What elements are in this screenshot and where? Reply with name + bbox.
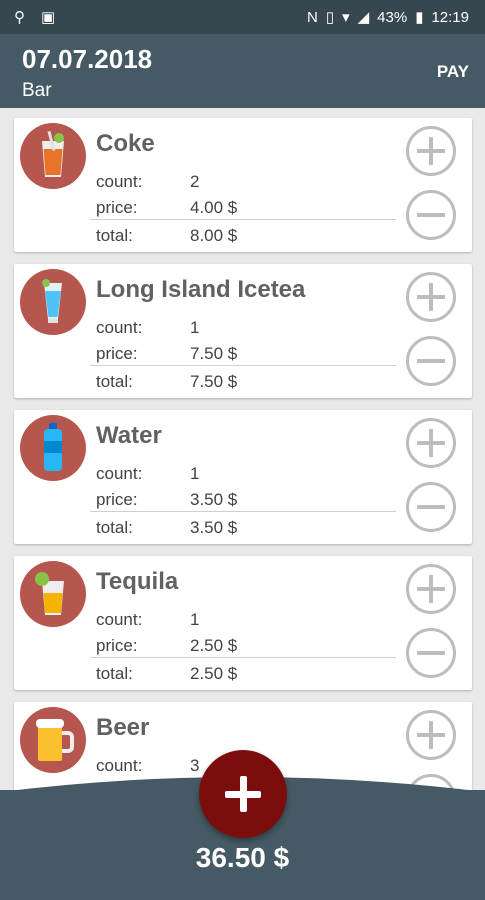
vibrate-icon: ▯ bbox=[325, 9, 335, 26]
decrease-button[interactable] bbox=[406, 336, 456, 386]
item-name: Water bbox=[96, 422, 162, 449]
total-value: 7.50 $ bbox=[190, 372, 238, 391]
increase-button[interactable] bbox=[406, 564, 456, 614]
divider bbox=[90, 365, 396, 366]
list-item: Tequila count: 1 price: 2.50 $ total: 2.50 … bbox=[14, 556, 472, 690]
price-value: 3.50 $ bbox=[190, 490, 238, 509]
divider bbox=[90, 657, 396, 658]
clock: 12:19 bbox=[431, 8, 469, 26]
decrease-button[interactable] bbox=[406, 482, 456, 532]
count-label: count: bbox=[96, 610, 143, 629]
android-icon: ▣ bbox=[41, 9, 56, 26]
item-name: Beer bbox=[96, 714, 150, 741]
decrease-button[interactable] bbox=[406, 190, 456, 240]
cocktail-icon bbox=[20, 269, 86, 335]
pay-button[interactable]: PAY bbox=[437, 62, 469, 82]
item-name: Long Island Icetea bbox=[96, 276, 306, 303]
location-subtitle: Bar bbox=[22, 80, 52, 101]
tequila-shot-icon bbox=[20, 561, 86, 627]
price-label: price: bbox=[96, 198, 138, 217]
total-value: 2.50 $ bbox=[190, 664, 238, 683]
app-bar: 07.07.2018 Bar PAY bbox=[0, 34, 485, 108]
divider bbox=[90, 511, 396, 512]
count-label: count: bbox=[96, 318, 143, 337]
signal-icon: ◢ bbox=[357, 9, 370, 26]
list-item: Water count: 1 price: 3.50 $ total: 3.50 $ bbox=[14, 410, 472, 544]
total-value: 3.50 $ bbox=[190, 518, 238, 537]
grand-total: 36.50 $ bbox=[195, 842, 290, 873]
price-value: 7.50 $ bbox=[190, 344, 238, 363]
beer-mug-icon bbox=[20, 707, 86, 773]
increase-button[interactable] bbox=[406, 710, 456, 760]
total-value: 8.00 $ bbox=[190, 226, 238, 245]
battery-text: 43% bbox=[377, 8, 408, 26]
list-item: Coke count: 2 price: 4.00 $ total: 8.00 $ bbox=[14, 118, 472, 252]
count-value: 2 bbox=[190, 172, 200, 191]
usb-icon: ⚲ bbox=[14, 9, 25, 26]
price-value: 4.00 $ bbox=[190, 198, 238, 217]
increase-button[interactable] bbox=[406, 126, 456, 176]
price-label: price: bbox=[96, 344, 138, 363]
total-label: total: bbox=[96, 226, 133, 245]
total-label: total: bbox=[96, 372, 133, 391]
divider bbox=[90, 219, 396, 220]
item-name: Tequila bbox=[96, 568, 179, 595]
item-name: Coke bbox=[96, 130, 155, 157]
order-list[interactable]: Coke count: 2 price: 4.00 $ total: 8.00 $ L… bbox=[14, 118, 472, 848]
count-value: 1 bbox=[190, 318, 200, 337]
water-bottle-icon bbox=[20, 415, 86, 481]
count-value: 1 bbox=[190, 610, 200, 629]
increase-button[interactable] bbox=[406, 272, 456, 322]
total-label: total: bbox=[96, 518, 133, 537]
page-title: 07.07.2018 bbox=[22, 44, 153, 74]
price-value: 2.50 $ bbox=[190, 636, 238, 655]
count-label: count: bbox=[96, 172, 143, 191]
count-label: count: bbox=[96, 464, 143, 483]
status-bar: ⚲ ▣ N ▯ ▾ ◢ 43% ▮ 12:19 bbox=[0, 0, 485, 34]
count-value: 1 bbox=[190, 464, 200, 483]
add-item-button[interactable] bbox=[199, 750, 287, 838]
price-label: price: bbox=[96, 490, 138, 509]
battery-icon: ▮ bbox=[415, 9, 424, 26]
increase-button[interactable] bbox=[406, 418, 456, 468]
wifi-icon: ▾ bbox=[342, 9, 350, 26]
decrease-button[interactable] bbox=[406, 628, 456, 678]
list-item: Long Island Icetea count: 1 price: 7.50 $ … bbox=[14, 264, 472, 398]
total-label: total: bbox=[96, 664, 133, 683]
price-label: price: bbox=[96, 636, 138, 655]
nfc-icon: N bbox=[306, 8, 318, 26]
coke-glass-icon bbox=[20, 123, 86, 189]
